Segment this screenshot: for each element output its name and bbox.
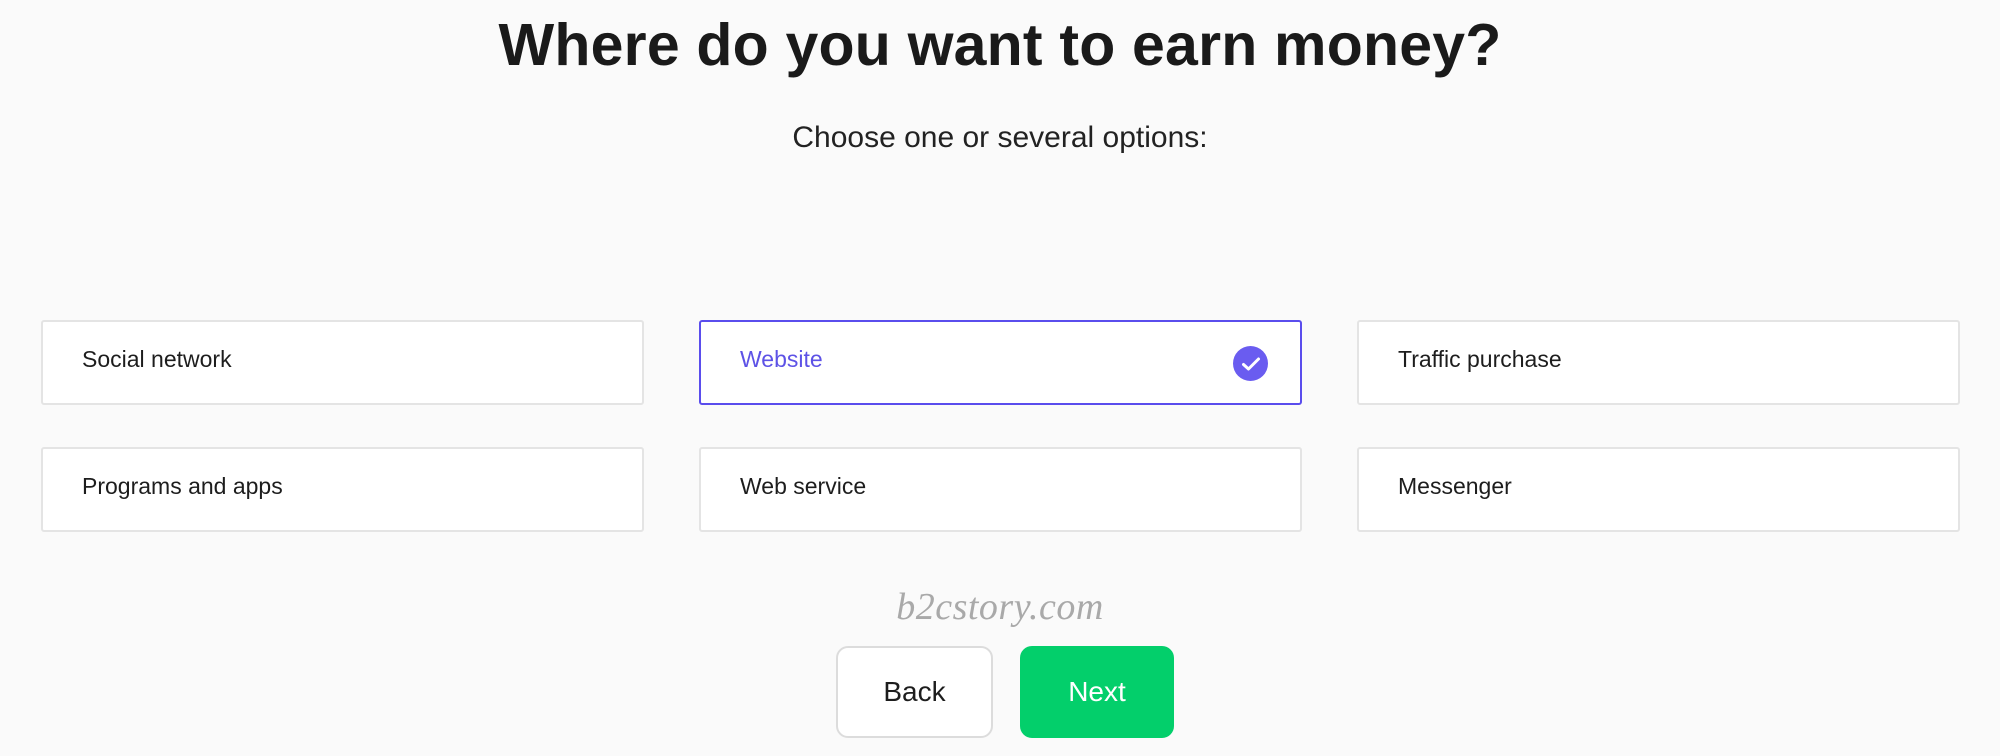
page-title: Where do you want to earn money?	[498, 12, 1502, 78]
option-web-service[interactable]: Web service	[699, 447, 1302, 532]
option-programs-and-apps[interactable]: Programs and apps	[41, 447, 644, 532]
option-social-network[interactable]: Social network	[41, 320, 644, 405]
option-website[interactable]: Website	[699, 320, 1302, 405]
back-button[interactable]: Back	[836, 646, 993, 738]
option-messenger[interactable]: Messenger	[1357, 447, 1960, 532]
option-label: Traffic purchase	[1398, 346, 1562, 372]
option-label: Web service	[740, 473, 867, 499]
option-label: Messenger	[1398, 473, 1512, 499]
option-label: Website	[740, 346, 823, 372]
page-subtitle: Choose one or several options:	[792, 121, 1208, 154]
option-traffic-purchase[interactable]: Traffic purchase	[1357, 320, 1960, 405]
option-label: Social network	[82, 346, 232, 372]
check-circle-icon	[1233, 346, 1268, 381]
watermark: b2cstory.com	[896, 586, 1104, 628]
option-label: Programs and apps	[82, 473, 283, 499]
next-button[interactable]: Next	[1020, 646, 1174, 738]
options-grid: Social network Website Traffic purchase …	[41, 320, 1961, 532]
